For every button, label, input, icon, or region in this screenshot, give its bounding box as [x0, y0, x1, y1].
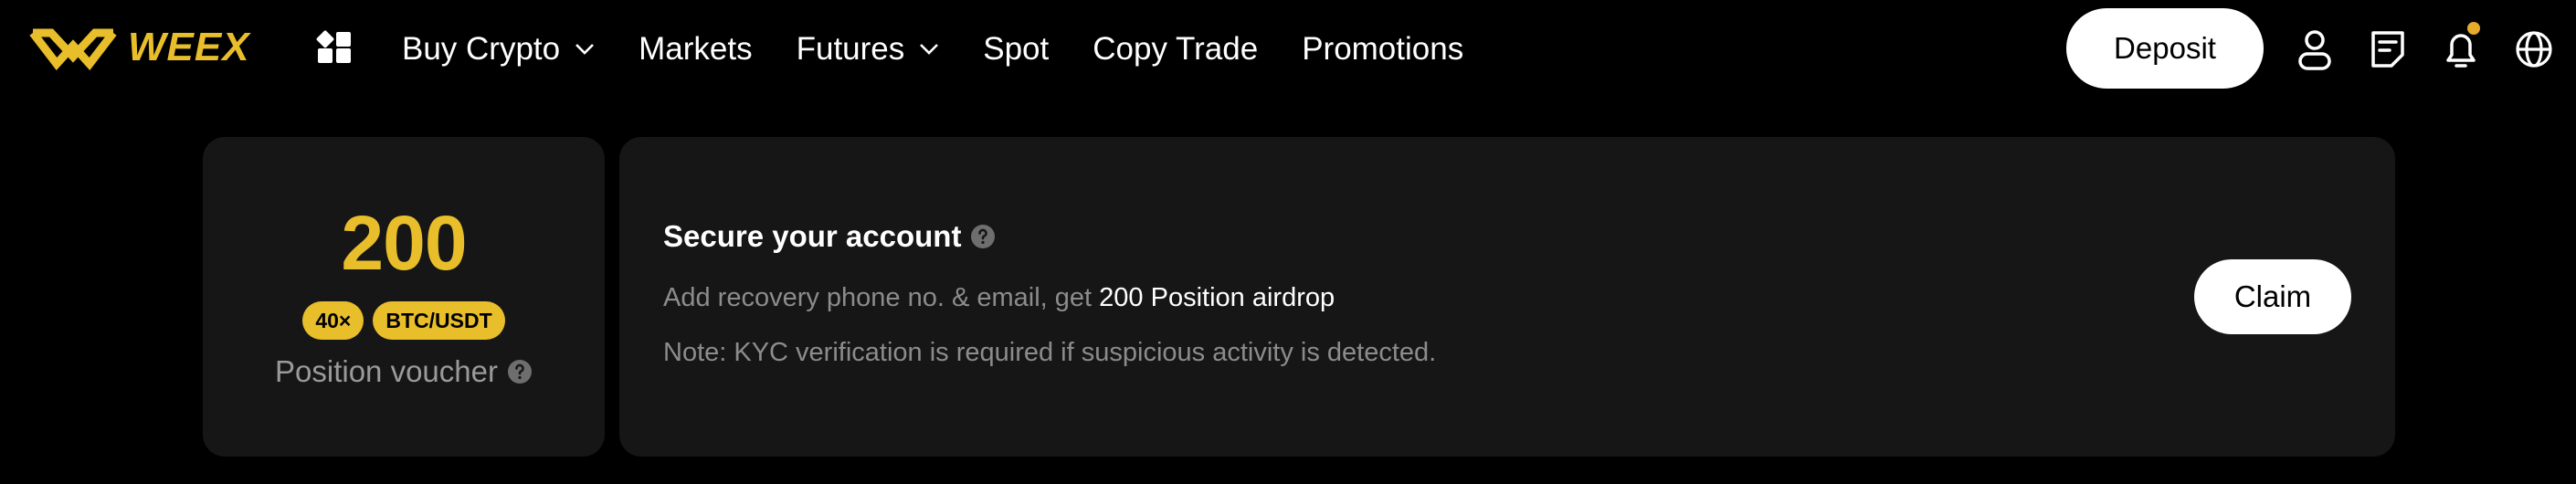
nav-promotions[interactable]: Promotions	[1302, 31, 1463, 68]
help-icon[interactable]	[507, 359, 533, 384]
voucher-badges: 40× BTC/USDT	[203, 301, 605, 340]
deposit-button[interactable]: Deposit	[2066, 8, 2264, 89]
secure-account-task-card: Secure your account Add recovery phone n…	[619, 137, 2395, 457]
voucher-amount: 200	[341, 200, 467, 286]
globe-icon[interactable]	[2514, 27, 2554, 71]
nav-futures-label: Futures	[796, 31, 905, 67]
nav-spot-label: Spot	[983, 31, 1050, 67]
voucher-label-row: Position voucher	[203, 354, 605, 389]
nav-spot[interactable]: Spot	[983, 31, 1049, 68]
claim-button[interactable]: Claim	[2194, 259, 2351, 334]
leverage-badge: 40×	[302, 301, 364, 340]
task-reward-highlight: 200 Position airdrop	[1099, 283, 1336, 312]
nav-promotions-label: Promotions	[1302, 31, 1464, 67]
task-description-text: Add recovery phone no. & email, get	[663, 283, 1100, 312]
task-title-row: Secure your account	[663, 219, 996, 254]
position-voucher-card: 200 40× BTC/USDT Position voucher	[203, 137, 605, 457]
help-icon[interactable]	[970, 224, 996, 249]
logo-wordmark: WEEX	[128, 25, 250, 69]
nav-copy-trade-label: Copy Trade	[1093, 31, 1259, 67]
nav-markets[interactable]: Markets	[639, 31, 752, 68]
pair-badge: BTC/USDT	[373, 301, 505, 340]
voucher-label: Position voucher	[275, 354, 498, 388]
chevron-down-icon	[575, 44, 595, 55]
nav-futures[interactable]: Futures	[797, 31, 940, 68]
task-title: Secure your account	[663, 219, 962, 253]
main-nav: Buy Crypto Markets Futures Spot Copy Tra…	[402, 0, 1507, 99]
chevron-down-icon	[920, 44, 939, 55]
weex-logo[interactable]: WEEX	[26, 20, 250, 75]
weex-logo-icon	[29, 28, 117, 71]
apps-icon[interactable]	[316, 30, 353, 67]
user-icon[interactable]	[2295, 27, 2335, 71]
task-note: Note: KYC verification is required if su…	[663, 338, 1437, 367]
nav-markets-label: Markets	[639, 31, 753, 67]
notification-dot	[2467, 22, 2480, 35]
nav-buy-crypto-label: Buy Crypto	[402, 31, 561, 67]
top-navigation-bar: WEEX Buy Crypto Markets Futures Spot Cop…	[0, 0, 2576, 99]
orders-icon[interactable]	[2368, 27, 2408, 71]
task-description: Add recovery phone no. & email, get 200 …	[663, 283, 1335, 313]
nav-buy-crypto[interactable]: Buy Crypto	[402, 31, 595, 68]
nav-copy-trade[interactable]: Copy Trade	[1093, 31, 1258, 68]
